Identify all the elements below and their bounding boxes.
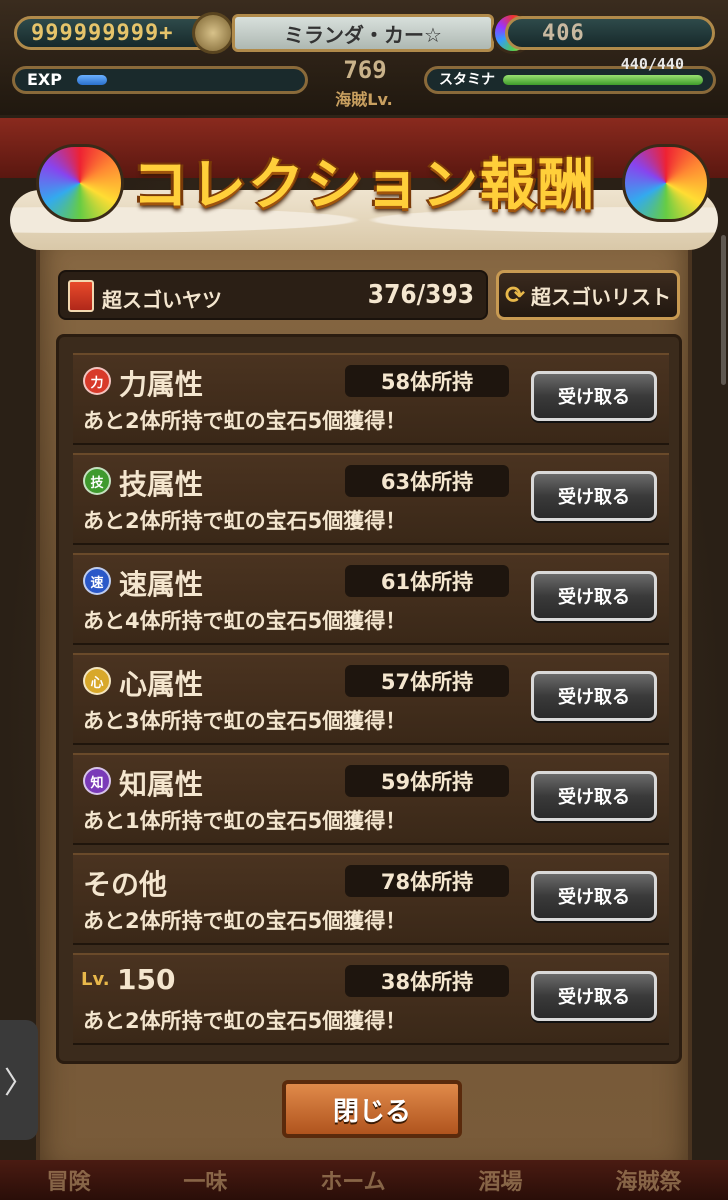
row-title: 心属性	[119, 668, 204, 701]
collection-count: 376/393	[367, 280, 474, 310]
collection-header: 超スゴいヤツ 376/393	[58, 270, 488, 320]
stamina-fill	[503, 75, 703, 85]
stamina-label: スタミナ	[439, 72, 495, 88]
close-button[interactable]: 閉じる	[282, 1080, 462, 1138]
receive-button[interactable]: 受け取る	[531, 571, 657, 621]
nav-item-tavern[interactable]: 酒場	[479, 1164, 523, 1196]
row-description: あと2体所持で虹の宝石5個獲得！	[83, 1009, 407, 1033]
side-drawer-tab[interactable]: 〉	[0, 1020, 38, 1140]
reward-row-level: Lv. 150 38体所持 あと2体所持で虹の宝石5個獲得！ 受け取る	[73, 953, 669, 1045]
reward-row-intelligence: 知 知属性 59体所持 あと1体所持で虹の宝石5個獲得！ 受け取る	[73, 753, 669, 845]
collection-label: 超スゴいヤツ	[102, 288, 222, 312]
card-icon	[68, 280, 94, 312]
row-count: 78体所持	[345, 865, 509, 897]
receive-button[interactable]: 受け取る	[531, 471, 657, 521]
super-list-button[interactable]: ⟳ 超スゴいリスト	[496, 270, 680, 320]
row-title: 力属性	[119, 368, 204, 401]
power-attribute-icon: 力	[83, 367, 111, 395]
row-description: あと4体所持で虹の宝石5個獲得！	[83, 609, 407, 633]
reward-row-power: 力 力属性 58体所持 あと2体所持で虹の宝石5個獲得！ 受け取る	[73, 353, 669, 445]
receive-button[interactable]: 受け取る	[531, 771, 657, 821]
receive-button[interactable]: 受け取る	[531, 371, 657, 421]
receive-button[interactable]: 受け取る	[531, 671, 657, 721]
row-description: あと1体所持で虹の宝石5個獲得！	[83, 809, 407, 833]
reward-list[interactable]: 力 力属性 58体所持 あと2体所持で虹の宝石5個獲得！ 受け取る 技 技属性 …	[56, 334, 682, 1064]
exp-label: EXP	[27, 70, 62, 89]
devil-fruit-icon	[622, 144, 710, 222]
nav-item-crew[interactable]: 一味	[183, 1164, 227, 1196]
row-description: あと3体所持で虹の宝石5個獲得！	[83, 709, 407, 733]
pirate-level: 769	[343, 56, 387, 84]
exp-fill	[77, 75, 107, 85]
row-title: 知属性	[119, 768, 204, 801]
nav-item-home[interactable]: ホーム	[320, 1164, 385, 1196]
row-count: 58体所持	[345, 365, 509, 397]
row-description: あと2体所持で虹の宝石5個獲得！	[83, 409, 407, 433]
scrollbar[interactable]	[721, 235, 726, 385]
row-title: 技属性	[119, 468, 204, 501]
reward-row-speed: 速 速属性 61体所持 あと4体所持で虹の宝石5個獲得！ 受け取る	[73, 553, 669, 645]
intelligence-attribute-icon: 知	[83, 767, 111, 795]
receive-button[interactable]: 受け取る	[531, 971, 657, 1021]
row-description: あと2体所持で虹の宝石5個獲得！	[83, 909, 407, 933]
bottom-nav: 冒険 一味 ホーム 酒場 海賊祭	[0, 1160, 728, 1200]
berry-value: 999999999+	[31, 20, 174, 46]
gem-value: 406	[542, 20, 585, 46]
row-description: あと2体所持で虹の宝石5個獲得！	[83, 509, 407, 533]
refresh-icon: ⟳	[504, 281, 526, 309]
row-count: 57体所持	[345, 665, 509, 697]
gem-counter[interactable]: 406	[505, 16, 715, 50]
receive-button[interactable]: 受け取る	[531, 871, 657, 921]
row-title: 速属性	[119, 568, 204, 601]
dialog-title: コレクション報酬	[132, 153, 596, 218]
chevron-right-icon: 〉	[4, 1066, 34, 1101]
heart-attribute-icon: 心	[83, 667, 111, 695]
row-count: 59体所持	[345, 765, 509, 797]
technique-attribute-icon: 技	[83, 467, 111, 495]
exp-bar: EXP	[12, 66, 308, 94]
reward-row-heart: 心 心属性 57体所持 あと3体所持で虹の宝石5個獲得！ 受け取る	[73, 653, 669, 745]
row-title: 150	[117, 963, 176, 996]
row-title: その他	[83, 868, 168, 901]
berry-coin-icon	[192, 12, 234, 54]
player-name[interactable]: ミランダ・カー☆	[232, 14, 494, 52]
stamina-value: 440/440	[620, 55, 684, 73]
top-hud: 999999999+ ミランダ・カー☆ 406 EXP 769 海賊Lv. スタ…	[0, 0, 728, 115]
nav-item-adventure[interactable]: 冒険	[46, 1164, 90, 1196]
row-count: 63体所持	[345, 465, 509, 497]
speed-attribute-icon: 速	[83, 567, 111, 595]
row-count: 61体所持	[345, 565, 509, 597]
reward-row-technique: 技 技属性 63体所持 あと2体所持で虹の宝石5個獲得！ 受け取る	[73, 453, 669, 545]
title-banner: コレクション報酬	[10, 120, 718, 260]
super-list-label: 超スゴいリスト	[531, 284, 672, 309]
pirate-level-label: 海賊Lv.	[335, 90, 393, 109]
reward-row-other: その他 78体所持 あと2体所持で虹の宝石5個獲得！ 受け取る	[73, 853, 669, 945]
row-count: 38体所持	[345, 965, 509, 997]
level-badge: Lv.	[81, 969, 110, 990]
nav-item-festival[interactable]: 海賊祭	[615, 1164, 681, 1196]
